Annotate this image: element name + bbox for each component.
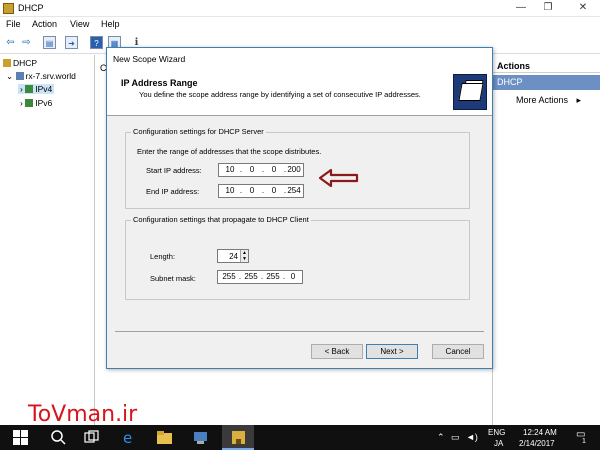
expand-chevron-icon[interactable]: › xyxy=(20,98,23,108)
submenu-arrow-icon: ▸ xyxy=(576,95,582,105)
help-icon[interactable]: ? xyxy=(90,36,103,49)
close-button[interactable]: ✕ xyxy=(572,1,594,15)
maximize-button[interactable]: ❐ xyxy=(537,1,559,15)
input-language[interactable]: ENG xyxy=(488,428,505,437)
next-button[interactable]: Next > xyxy=(366,344,418,359)
forward-arrow-icon[interactable]: ⇨ xyxy=(20,36,33,49)
wizard-header: IP Address Range You define the scope ad… xyxy=(107,68,492,116)
client-settings-group: Configuration settings that propagate to… xyxy=(125,215,470,300)
main-titlebar: DHCP — ❐ ✕ xyxy=(0,0,600,17)
task-view-icon[interactable] xyxy=(83,429,100,446)
menu-bar: File Action View Help xyxy=(0,17,600,32)
tray-chevron-icon[interactable]: ⌃ xyxy=(437,432,445,443)
subnet-mask-input[interactable]: 255 . 255 . 255 . 0 xyxy=(217,270,303,284)
clock-date[interactable]: 2/14/2017 xyxy=(519,439,555,448)
tree-node-server[interactable]: ⌄ rx-7.srv.world xyxy=(6,71,76,82)
taskbar: e ⌃ ▭ ◄) ENG JA 12:24 AM 2/14/2017 ▭ 1 xyxy=(0,425,600,450)
end-ip-label: End IP address: xyxy=(146,187,200,196)
windows-start-icon[interactable] xyxy=(12,429,29,446)
ipv4-icon xyxy=(25,85,34,93)
actions-header: Actions xyxy=(493,59,600,73)
more-actions-link[interactable]: More Actions ▸ xyxy=(516,95,581,106)
start-ip-input[interactable]: 10 . 0 . 0 . 200 xyxy=(218,163,304,177)
notification-count: 1 xyxy=(582,438,586,445)
length-label: Length: xyxy=(150,252,176,261)
menu-help[interactable]: Help xyxy=(101,19,120,29)
volume-icon[interactable]: ◄) xyxy=(466,432,478,442)
dhcp-icon xyxy=(3,59,11,67)
menu-file[interactable]: File xyxy=(6,19,21,29)
menu-view[interactable]: View xyxy=(70,19,89,29)
wizard-separator xyxy=(115,331,484,332)
start-ip-label: Start IP address: xyxy=(146,166,202,175)
dhcp-taskbar-button[interactable] xyxy=(222,425,254,450)
clock-time[interactable]: 12:24 AM xyxy=(523,428,557,437)
file-explorer-icon[interactable] xyxy=(156,429,173,446)
client-group-legend: Configuration settings that propagate to… xyxy=(131,215,311,224)
length-stepper[interactable]: 24 ▲ ▼ xyxy=(217,249,249,263)
svg-text:e: e xyxy=(123,429,132,446)
internet-explorer-icon[interactable]: e xyxy=(120,429,137,446)
actions-pane: Actions DHCP More Actions ▸ xyxy=(492,55,600,425)
expand-chevron-icon[interactable]: › xyxy=(20,84,23,94)
menu-action[interactable]: Action xyxy=(32,19,57,29)
wizard-title: New Scope Wizard xyxy=(113,54,186,64)
collapse-chevron-icon[interactable]: ⌄ xyxy=(6,71,13,81)
server-icon xyxy=(15,72,24,80)
search-icon[interactable] xyxy=(50,429,67,446)
dhcp-taskbar-icon xyxy=(232,431,245,444)
window-title: DHCP xyxy=(18,3,44,13)
stepper-arrows-icon[interactable]: ▲ ▼ xyxy=(240,250,248,262)
ipv6-icon xyxy=(25,99,34,107)
annotation-arrow-icon xyxy=(319,168,359,188)
export-list-icon[interactable]: ➜ xyxy=(65,36,78,49)
watermark: ToVman.ir xyxy=(28,402,138,427)
range-instruction: Enter the range of addresses that the sc… xyxy=(137,147,322,156)
console-tree-icon[interactable]: ▤ xyxy=(43,36,56,49)
wizard-folder-icon xyxy=(453,74,487,110)
server-manager-icon[interactable] xyxy=(192,429,209,446)
subnet-mask-label: Subnet mask: xyxy=(150,274,196,283)
tree-node-ipv4[interactable]: › IPv4 xyxy=(18,84,55,94)
cancel-button[interactable]: Cancel xyxy=(432,344,484,359)
server-settings-group: Configuration settings for DHCP Server E… xyxy=(125,127,470,209)
wizard-description: You define the scope address range by id… xyxy=(139,90,421,99)
wizard-titlebar: New Scope Wizard xyxy=(107,48,492,68)
ime-mode[interactable]: JA xyxy=(494,439,503,448)
server-group-legend: Configuration settings for DHCP Server xyxy=(131,127,266,136)
wizard-heading: IP Address Range xyxy=(121,78,198,88)
tree-node-dhcp[interactable]: DHCP xyxy=(3,58,37,68)
actions-section-dhcp[interactable]: DHCP xyxy=(493,75,600,90)
tree-node-ipv6[interactable]: › IPv6 xyxy=(20,98,52,108)
console-tree: DHCP ⌄ rx-7.srv.world › IPv4 › IPv6 xyxy=(0,55,95,425)
network-icon[interactable]: ▭ xyxy=(451,432,460,443)
new-scope-wizard: New Scope Wizard IP Address Range You de… xyxy=(106,47,493,369)
minimize-button[interactable]: — xyxy=(510,1,532,15)
end-ip-input[interactable]: 10 . 0 . 0 . 254 xyxy=(218,184,304,198)
dhcp-app-icon xyxy=(3,3,14,14)
back-button[interactable]: < Back xyxy=(311,344,363,359)
back-arrow-icon[interactable]: ⇦ xyxy=(4,36,17,49)
